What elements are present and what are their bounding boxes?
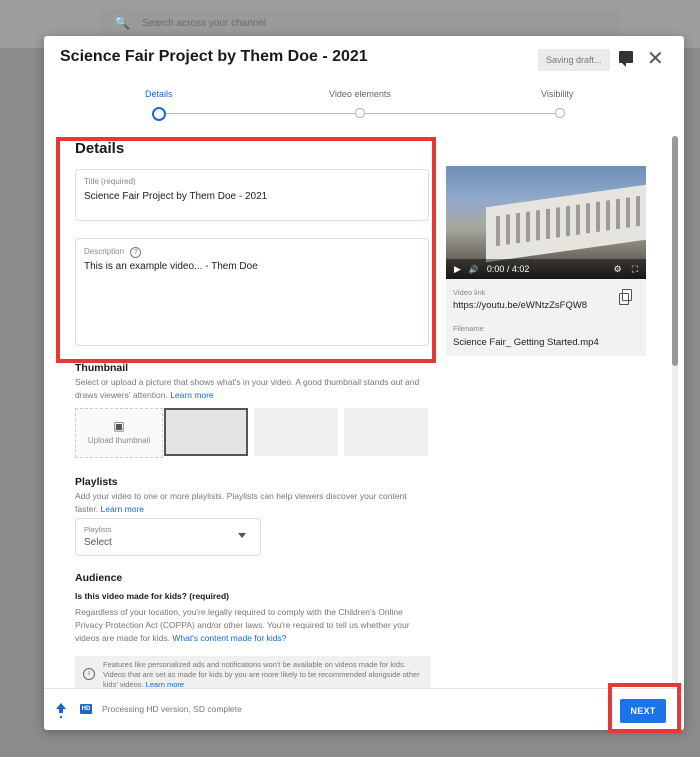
playlists-heading: Playlists: [75, 476, 118, 488]
saving-draft-badge: Saving draft...: [538, 49, 610, 71]
upload-icon: [56, 703, 66, 715]
thumbnail-help-text: Select or upload a picture that shows wh…: [75, 377, 420, 400]
step-details-dot: [152, 107, 166, 121]
search-icon: 🔍: [114, 15, 131, 30]
title-field[interactable]: Title (required) Science Fair Project by…: [75, 169, 429, 221]
title-field-value: Science Fair Project by Them Doe - 2021: [84, 191, 268, 202]
playlists-dropdown-value: Select: [84, 537, 112, 548]
description-field-value: This is an example video... - Them Doe: [84, 261, 258, 272]
video-link[interactable]: https://youtu.be/eWNtzZsFQW8: [453, 300, 587, 311]
thumbnail-help: Select or upload a picture that shows wh…: [75, 376, 435, 402]
filename-label: Filename: [453, 324, 484, 333]
title-field-label: Title (required): [84, 177, 136, 186]
thumbnail-option-1[interactable]: [164, 408, 248, 456]
play-icon[interactable]: ▶: [454, 264, 461, 275]
saving-draft-label: Saving draft...: [546, 55, 602, 65]
step-video-elements[interactable]: Video elements: [329, 89, 391, 99]
audience-question: Is this video made for kids? (required): [75, 591, 229, 601]
video-player[interactable]: ▶ 🔊 0:00 / 4:02 ⚙ ⛶: [446, 166, 646, 279]
hd-badge: HD: [80, 704, 92, 714]
info-icon: i: [83, 668, 95, 680]
upload-dialog: Science Fair Project by Them Doe - 2021 …: [44, 36, 684, 730]
playlists-dropdown-label: Playlists: [84, 525, 112, 534]
video-preview-card: ▶ 🔊 0:00 / 4:02 ⚙ ⛶ Video link https://y…: [446, 166, 646, 356]
video-controls: ▶ 🔊 0:00 / 4:02 ⚙ ⛶: [446, 259, 646, 279]
step-details[interactable]: Details: [145, 89, 173, 99]
thumbnail-option-2[interactable]: [254, 408, 338, 456]
playlists-help: Add your video to one or more playlists.…: [75, 490, 420, 516]
channel-search-bar[interactable]: 🔍 Search across your channel: [100, 10, 620, 36]
image-add-icon: ▣: [113, 419, 125, 433]
content-for-kids-link[interactable]: What's content made for kids?: [172, 633, 286, 643]
thumbnail-heading: Thumbnail: [75, 362, 129, 374]
thumbnail-option-3[interactable]: [344, 408, 428, 456]
close-icon[interactable]: ✕: [647, 46, 664, 71]
kids-notice-text: Features like personalized ads and notif…: [103, 660, 423, 690]
playlists-learn-more-link[interactable]: Learn more: [101, 504, 144, 514]
thumbnail-learn-more-link[interactable]: Learn more: [170, 390, 213, 400]
scrollbar-thumb[interactable]: [672, 136, 678, 366]
copy-icon[interactable]: [619, 289, 632, 305]
step-visibility-dot: [555, 108, 565, 118]
step-video-elements-dot: [355, 108, 365, 118]
dialog-footer: HD Processing HD version, SD complete NE…: [44, 688, 684, 730]
chevron-down-icon: [238, 533, 246, 538]
dialog-title: Science Fair Project by Them Doe - 2021: [60, 48, 368, 65]
search-placeholder: Search across your channel: [142, 17, 267, 29]
next-button[interactable]: NEXT: [620, 699, 666, 723]
filename-value: Science Fair_ Getting Started.mp4: [453, 337, 599, 348]
step-visibility[interactable]: Visibility: [541, 89, 573, 99]
video-link-label: Video link: [453, 288, 486, 297]
description-field[interactable]: Description ? This is an example video..…: [75, 238, 429, 346]
upload-thumbnail-label: Upload thumbnail: [87, 436, 151, 445]
upload-thumbnail-button[interactable]: ▣ Upload thumbnail: [75, 408, 163, 458]
audience-heading: Audience: [75, 572, 123, 584]
settings-icon[interactable]: ⚙: [614, 264, 622, 275]
details-heading: Details: [75, 140, 125, 157]
video-time: 0:00 / 4:02: [486, 264, 530, 274]
processing-status: Processing HD version, SD complete: [102, 704, 242, 714]
feedback-icon[interactable]: [619, 51, 633, 67]
help-icon[interactable]: ?: [130, 247, 142, 258]
volume-icon[interactable]: 🔊: [469, 265, 479, 274]
description-label-text: Description: [84, 247, 125, 256]
playlists-dropdown[interactable]: Playlists Select: [75, 518, 261, 556]
description-field-label: Description ?: [84, 247, 142, 258]
fullscreen-icon[interactable]: ⛶: [632, 264, 638, 275]
audience-help: Regardless of your location, you're lega…: [75, 606, 430, 645]
